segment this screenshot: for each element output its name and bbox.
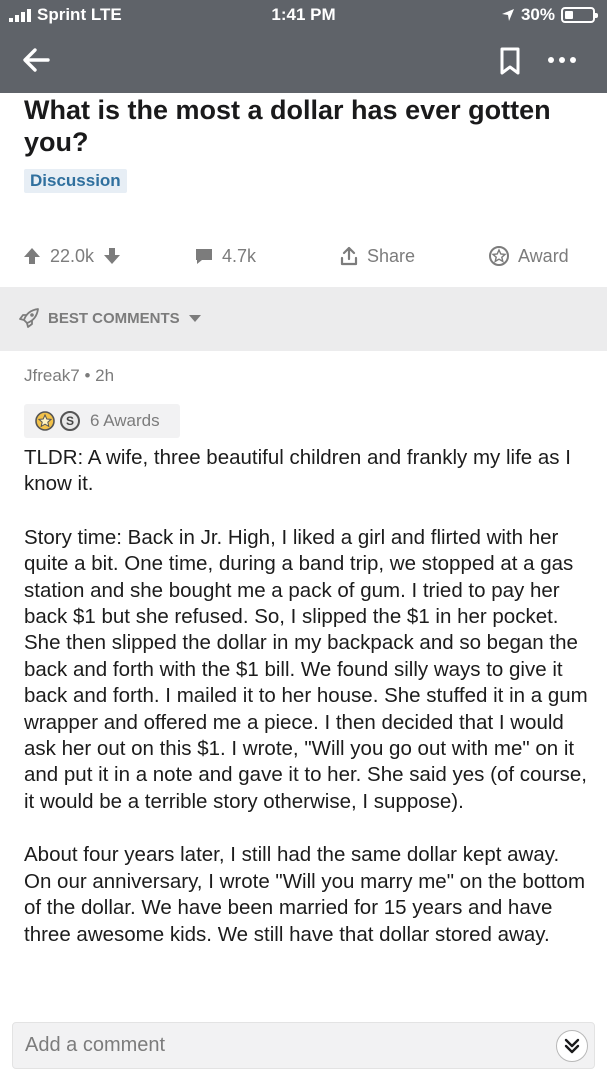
- jump-down-button[interactable]: [556, 1030, 588, 1062]
- comments-button[interactable]: 4.7k: [194, 238, 256, 274]
- comment-body: TLDR: A wife, three beautiful children a…: [24, 445, 589, 975]
- share-icon: [340, 246, 358, 266]
- sort-label: BEST COMMENTS: [48, 309, 180, 327]
- comment-meta: Jfreak7 • 2h: [24, 366, 114, 386]
- flair-badge[interactable]: Discussion: [24, 169, 127, 193]
- battery-percent: 30%: [520, 5, 555, 24]
- comment-count: 4.7k: [222, 245, 257, 266]
- post-action-bar: 22.0k 4.7k Share Award: [0, 238, 607, 274]
- upvote-icon[interactable]: [22, 246, 42, 266]
- double-chevron-down-icon: [564, 1038, 580, 1054]
- status-bar: Sprint LTE 1:41 PM 30%: [0, 0, 607, 30]
- share-button[interactable]: Share: [339, 238, 415, 274]
- comment-paragraph: TLDR: A wife, three beautiful children a…: [24, 446, 571, 496]
- meta-separator: •: [84, 366, 91, 385]
- more-icon[interactable]: [546, 50, 578, 70]
- comment-author[interactable]: Jfreak7: [24, 366, 80, 385]
- comment-paragraph: Story time: Back in Jr. High, I liked a …: [24, 525, 588, 813]
- awards-count: 6 Awards: [90, 411, 160, 430]
- awards-badge[interactable]: S 6 Awards: [24, 404, 180, 438]
- add-comment-bar[interactable]: Add a comment: [12, 1022, 595, 1069]
- award-button[interactable]: Award: [488, 238, 569, 274]
- battery-icon: [561, 7, 598, 23]
- comment-sort-bar: BEST COMMENTS: [0, 287, 607, 351]
- vote-group: 22.0k: [22, 238, 122, 274]
- post-title: What is the most a dollar has ever gotte…: [24, 95, 551, 157]
- app-header: Sprint LTE 1:41 PM 30%: [0, 0, 607, 93]
- caret-down-icon: [188, 315, 201, 322]
- share-label: Share: [367, 245, 416, 266]
- battery-group: 30%: [501, 5, 598, 25]
- add-comment-input[interactable]: Add a comment: [25, 1034, 165, 1057]
- award-medal-icon: [35, 411, 55, 431]
- comment-paragraph: About four years later, I still had the …: [24, 843, 586, 946]
- back-arrow-icon[interactable]: [20, 44, 52, 76]
- comment-age: 2h: [95, 366, 115, 385]
- comment-bubble-icon: [196, 249, 212, 264]
- downvote-icon[interactable]: [102, 246, 122, 266]
- award-label: Award: [518, 245, 569, 266]
- sort-dropdown[interactable]: BEST COMMENTS: [18, 307, 202, 329]
- silver-award-icon: S: [60, 411, 80, 431]
- bookmark-icon[interactable]: [498, 46, 522, 76]
- award-icon: [489, 246, 509, 266]
- upvote-count: 22.0k: [50, 245, 95, 266]
- location-icon: [501, 9, 514, 21]
- rocket-icon: [19, 308, 39, 328]
